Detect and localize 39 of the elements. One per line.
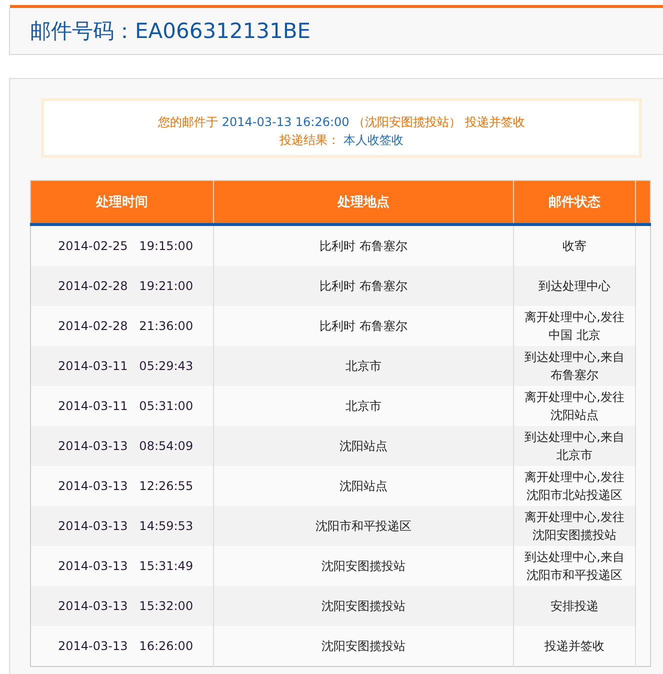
table-cell: 沈阳安图揽投站 <box>214 626 514 666</box>
table-cell: 2014-03-13 14:59:53 <box>30 506 214 546</box>
table-cell: 比利时 布鲁塞尔 <box>214 266 514 306</box>
table-cell: 2014-03-11 05:31:00 <box>30 386 214 426</box>
table-cell: 离开处理中心,发往中国 北京 <box>514 306 636 346</box>
table-cell: 北京市 <box>214 386 514 426</box>
column-header: 邮件状态 <box>514 180 636 224</box>
table-cell: 2014-03-13 16:26:00 <box>30 626 214 666</box>
table-cell: 到达处理中心,来自北京市 <box>514 426 636 466</box>
table-cell: 到达处理中心 <box>514 266 636 306</box>
tracking-number-title: 邮件号码：EA066312131BE <box>30 18 311 45</box>
table-cell: 比利时 布鲁塞尔 <box>214 306 514 346</box>
table-cell: 2014-03-13 12:26:55 <box>30 466 214 506</box>
table-cell: 收寄 <box>514 224 636 266</box>
table-cell: 沈阳安图揽投站 <box>214 586 514 626</box>
table-cell: 比利时 布鲁塞尔 <box>214 224 514 266</box>
column-header: 处理时间 <box>30 180 214 224</box>
table-cell: 沈阳站点 <box>214 466 514 506</box>
table-cell: 到达处理中心,来自布鲁塞尔 <box>514 346 636 386</box>
table-cell: 2014-03-13 08:54:09 <box>30 426 214 466</box>
table-cell: 安排投递 <box>514 586 636 626</box>
table-cell: 2014-03-13 15:31:49 <box>30 546 214 586</box>
table-cell: 离开处理中心,发往沈阳站点 <box>514 386 636 426</box>
table-cell: 2014-02-28 21:36:00 <box>30 306 214 346</box>
table-cell: 2014-03-11 05:29:43 <box>30 346 214 386</box>
table-cell: 离开处理中心,发往沈阳市北站投递区 <box>514 466 636 506</box>
table-cell: 沈阳站点 <box>214 426 514 466</box>
delivery-message: 您的邮件于 2014-03-13 16:26:00 （沈阳安图揽投站） 投递并签收 <box>157 114 526 131</box>
table-cell: 到达处理中心,来自沈阳市和平投递区 <box>514 546 636 586</box>
table-cell: 离开处理中心,发往沈阳安图揽投站 <box>514 506 636 546</box>
delivery-result: 投递结果： 本人收签收 <box>278 132 404 149</box>
table-cell: 2014-03-13 15:32:00 <box>30 586 214 626</box>
table-cell: 投递并签收 <box>514 626 636 666</box>
table-cell: 2014-02-25 19:15:00 <box>30 224 214 266</box>
table-cell: 2014-02-28 19:21:00 <box>30 266 214 306</box>
table-cell: 沈阳安图揽投站 <box>214 546 514 586</box>
table-cell: 沈阳市和平投递区 <box>214 506 514 546</box>
column-header: 处理地点 <box>214 180 514 224</box>
table-cell: 北京市 <box>214 346 514 386</box>
